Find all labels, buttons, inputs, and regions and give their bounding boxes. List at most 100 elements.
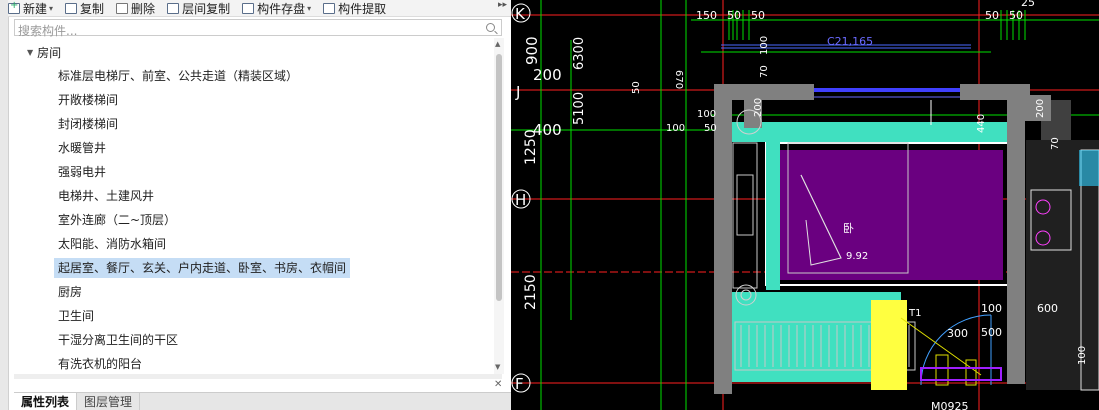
floor-copy-label: 层间复制 [182,1,231,16]
extract-component-button[interactable]: 构件提取 [323,0,386,16]
door-tag: M0925 [931,400,969,410]
tree-item[interactable]: 太阳能、消防水箱间 [54,234,170,254]
toolbar-overflow-icon[interactable]: ▸▸ [498,0,507,10]
extract-component-icon [323,2,336,14]
dim-label: 100 [981,302,1002,315]
top-dim: 50 [1009,9,1023,22]
top-dim: 50 [985,9,999,22]
copy-icon [65,2,78,14]
axis-label-k: K [515,5,526,23]
dim-label: 50 [631,81,642,94]
dim-label: 100 [697,109,716,120]
dim-label: 300 [947,327,968,340]
top-dim: 25 [1021,0,1035,9]
tree-item[interactable]: 室外连廊（二~顶层） [54,210,180,230]
dim-label: 670 [673,70,684,89]
new-label: 新建 [23,1,48,16]
tree-item[interactable]: 水暖管井 [54,138,110,158]
delete-label: 删除 [131,1,156,16]
door-frame-yellow [871,300,907,390]
copy-button[interactable]: 复制 [65,0,104,16]
tree-vertical-scrollbar[interactable]: ▲ ▼ [494,38,504,374]
window-sill [814,88,960,92]
dim-label: 200 [1035,99,1046,118]
tree-item[interactable]: 封闭楼梯间 [54,114,122,134]
dim-label: 100 [1077,346,1088,365]
finish-band-left [766,140,780,290]
tree-item[interactable]: 标准层电梯厅、前室、公共走道（精装区域） [54,66,302,86]
component-tree: ▼ 房间 标准层电梯厅、前室、公共走道（精装区域） 开敞楼梯间 封闭楼梯间 水暖… [14,38,492,374]
delete-button[interactable]: 删除 [116,0,155,16]
tree-item-selected[interactable]: 起居室、餐厅、玄关、户内走道、卧室、书房、衣帽间 [54,258,351,278]
tree-item[interactable]: 开敞楼梯间 [54,90,122,110]
dim-2150: 2150 [523,274,539,310]
dim-200: 200 [533,66,562,84]
component-panel: 新建 ▾ 复制 删除 层间复制 构件存盘 ▾ 构件提取 ▸▸ [0,0,511,410]
bedroom-room-fill [773,150,1003,280]
cad-drawing-canvas[interactable]: K J H F 900 200 400 1250 2150 5100 6300 … [511,0,1099,410]
dim-label: 100 [759,36,770,55]
left-dock-strip [0,0,9,410]
trash-icon [116,2,129,14]
save-component-dropdown-icon: ▾ [307,3,312,13]
wardrobe-inner [736,174,754,236]
counter-tile [1079,150,1099,186]
tree-item[interactable]: 有洗衣机的阳台 [54,354,146,374]
dim-1250: 1250 [523,129,539,165]
dim-label: 440 [976,114,987,133]
tab-property-list[interactable]: 属性列表 [14,393,78,410]
save-component-button[interactable]: 构件存盘 ▾ [242,0,311,16]
tree-item[interactable]: 强弱电井 [54,162,110,182]
door-threshold [920,367,1002,381]
cad-drawing: K J H F 900 200 400 1250 2150 5100 6300 … [511,0,1099,410]
room-name-label: 卧 [843,222,854,235]
new-button[interactable]: 新建 ▾ [8,0,53,16]
tree-horizontal-scrollbar[interactable] [14,374,502,379]
tree-item[interactable]: 卫生间 [54,306,98,326]
tree-root-label: 房间 [37,46,62,60]
expand-triangle-icon[interactable]: ▼ [27,48,33,57]
tree-item[interactable]: 电梯井、土建风井 [54,186,158,206]
dim-label: 100 [666,123,685,134]
dim-label: 50 [704,123,717,134]
axis-label-f: F [515,375,524,393]
component-toolbar: 新建 ▾ 复制 删除 层间复制 构件存盘 ▾ 构件提取 ▸▸ [8,0,511,17]
tree-item[interactable]: 厨房 [54,282,86,302]
scroll-down-arrow-icon[interactable]: ▼ [495,363,500,371]
tab-layer-management[interactable]: 图层管理 [77,393,141,410]
wall-top-left [714,84,814,100]
top-dim: 50 [751,9,765,22]
tree-item[interactable]: 干湿分离卫生间的干区 [54,330,182,350]
copy-label: 复制 [80,1,105,16]
close-icon[interactable]: ✕ [494,379,502,390]
top-dim: 50 [727,9,741,22]
dim-5100: 5100 [572,92,587,125]
extract-component-label: 构件提取 [338,1,387,16]
axis-label-j: J [515,83,520,101]
scroll-up-arrow-icon[interactable]: ▲ [495,40,500,48]
bottom-tab-bar: 属性列表 图层管理 [14,392,511,410]
new-dropdown-icon: ▾ [49,3,54,13]
dim-label: 200 [753,98,764,117]
wall-right [1007,84,1025,384]
save-component-icon [242,2,255,14]
window-tag: C21,165 [827,35,873,48]
dim-6300: 6300 [572,37,587,70]
dim-label: 600 [1037,302,1058,315]
tree-root-rooms[interactable]: ▼ 房间 [27,44,61,61]
scroll-thumb[interactable] [496,54,502,301]
dim-label: 500 [981,326,1002,339]
floor-copy-icon [167,2,180,14]
component-search-box [14,19,502,39]
search-icon[interactable] [486,23,495,32]
room-area-label: 9.92 [846,251,868,262]
new-icon [8,0,20,14]
save-component-label: 构件存盘 [257,1,306,16]
floor-copy-button[interactable]: 层间复制 [167,0,230,16]
top-dim: 150 [696,9,717,22]
dim-900: 900 [523,36,541,65]
component-search-input[interactable] [15,23,478,39]
dim-label: 70 [1050,137,1061,150]
door-dim-box [965,359,977,386]
door-dim-leader [900,317,982,376]
